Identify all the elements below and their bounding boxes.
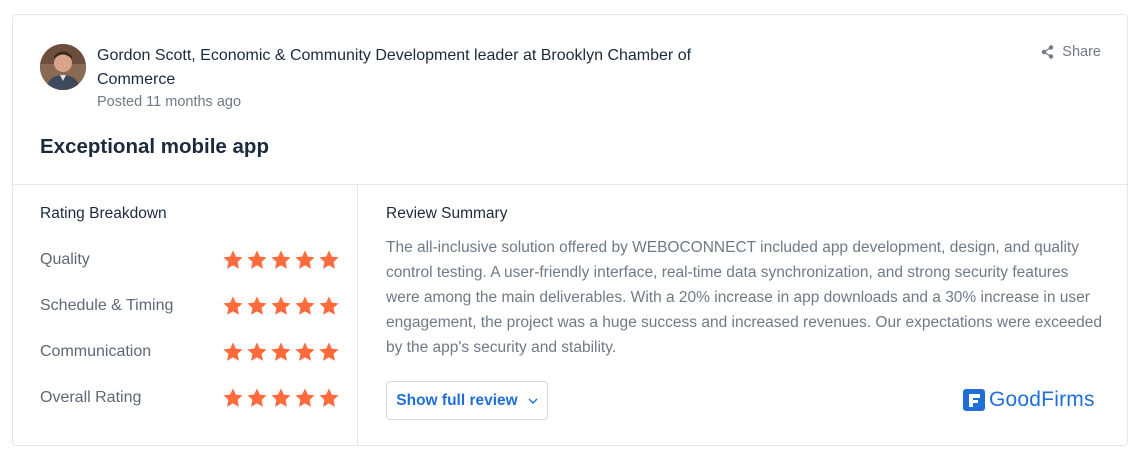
avatar	[40, 44, 86, 90]
chevron-down-icon	[528, 398, 538, 404]
reviewer-name: Gordon Scott, Economic & Community Devel…	[97, 47, 692, 88]
share-icon	[1042, 45, 1054, 59]
star-rating	[222, 295, 340, 317]
rating-row-quality: Quality	[40, 248, 340, 272]
rating-row-schedule-timing: Schedule & Timing	[40, 294, 340, 318]
star-icon	[295, 250, 315, 269]
show-full-review-label: Show full review	[396, 391, 518, 409]
rating-row-overall: Overall Rating	[40, 386, 340, 410]
star-icon	[247, 388, 267, 407]
goodfirms-brand-name: GoodFirms	[989, 388, 1095, 411]
rating-breakdown: Rating Breakdown Quality Schedule & Timi…	[13, 185, 358, 446]
rating-label: Schedule & Timing	[40, 297, 174, 314]
star-rating	[222, 387, 340, 409]
rating-label: Quality	[40, 251, 90, 268]
star-icon	[271, 250, 291, 269]
star-icon	[319, 388, 339, 407]
share-label: Share	[1062, 44, 1101, 60]
star-icon	[271, 388, 291, 407]
goodfirms-logo-icon	[963, 389, 985, 411]
star-icon	[295, 342, 315, 361]
rating-breakdown-heading: Rating Breakdown	[40, 205, 167, 222]
star-icon	[271, 296, 291, 315]
star-icon	[319, 250, 339, 269]
show-full-review-button[interactable]: Show full review	[386, 381, 548, 420]
star-icon	[247, 296, 267, 315]
review-body: Rating Breakdown Quality Schedule & Timi…	[13, 185, 1127, 446]
star-rating	[222, 249, 340, 271]
star-icon	[271, 342, 291, 361]
star-icon	[247, 342, 267, 361]
share-button[interactable]: Share	[1041, 44, 1101, 60]
review-summary-heading: Review Summary	[386, 205, 508, 222]
posted-time: Posted 11 months ago	[97, 94, 242, 110]
review-summary-text: The all-inclusive solution offered by WE…	[386, 239, 1103, 356]
star-icon	[247, 250, 267, 269]
star-icon	[319, 296, 339, 315]
star-icon	[223, 296, 243, 315]
review-title: Exceptional mobile app	[40, 135, 269, 158]
star-icon	[223, 250, 243, 269]
star-icon	[295, 296, 315, 315]
goodfirms-logo: GoodFirms	[963, 388, 1095, 412]
star-icon	[223, 342, 243, 361]
star-icon	[319, 342, 339, 361]
review-header: Gordon Scott, Economic & Community Devel…	[13, 15, 1127, 185]
rating-row-communication: Communication	[40, 340, 340, 364]
star-icon	[223, 388, 243, 407]
rating-label: Overall Rating	[40, 389, 142, 406]
rating-label: Communication	[40, 343, 152, 360]
review-card: Gordon Scott, Economic & Community Devel…	[12, 14, 1128, 446]
star-icon	[295, 388, 315, 407]
star-rating	[222, 341, 340, 363]
